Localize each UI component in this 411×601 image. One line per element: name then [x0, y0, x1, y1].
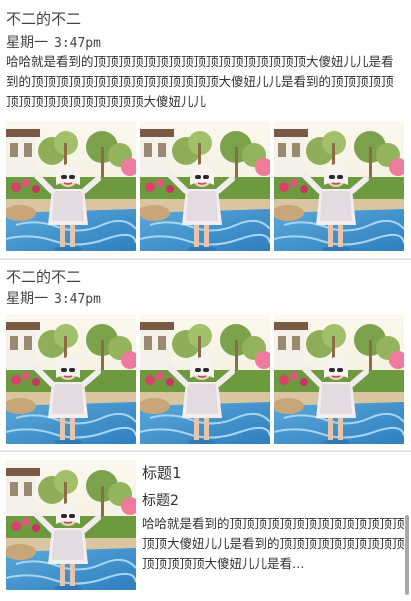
post-time: 3:47pm: [54, 292, 101, 307]
article-description: 哈哈就是看到的顶顶顶顶顶顶顶顶顶顶顶顶顶顶顶顶大傻妞儿儿是看到的顶顶顶顶顶顶顶顶…: [142, 516, 405, 571]
feed-list[interactable]: 不二的不二 星期一 3:47pm 哈哈就是看到的顶顶顶顶顶顶顶顶顶顶顶顶顶顶顶顶顶…: [0, 0, 411, 601]
post-author[interactable]: 不二的不二: [6, 266, 81, 287]
article-item[interactable]: 标题1 标题2 哈哈就是看到的顶顶顶顶顶顶顶顶顶顶顶顶顶顶顶顶大傻妞儿儿是看到的…: [0, 452, 411, 601]
post-day: 星期一: [6, 291, 48, 307]
post-author[interactable]: 不二的不二: [6, 8, 81, 29]
feed-post[interactable]: 不二的不二 星期一 3:47pm: [0, 260, 411, 450]
post-photo[interactable]: [274, 314, 404, 444]
post-timestamp: 星期一 3:47pm: [6, 288, 101, 308]
post-photo[interactable]: [6, 314, 136, 444]
post-photo[interactable]: [274, 121, 404, 251]
post-time: 3:47pm: [54, 36, 101, 51]
scrollbar-thumb[interactable]: [405, 515, 409, 595]
post-text: 哈哈就是看到的顶顶顶顶顶顶顶顶顶顶顶顶顶顶顶顶顶大傻妞儿儿是看到的顶顶顶顶顶顶顶…: [6, 54, 394, 109]
article-title[interactable]: 标题1: [142, 462, 182, 483]
post-photo[interactable]: [140, 314, 270, 444]
post-day: 星期一: [6, 35, 48, 51]
post-photo[interactable]: [140, 121, 270, 251]
article-subtitle: 标题2: [142, 493, 179, 509]
post-photo[interactable]: [6, 121, 136, 251]
feed-post[interactable]: 不二的不二 星期一 3:47pm 哈哈就是看到的顶顶顶顶顶顶顶顶顶顶顶顶顶顶顶顶顶…: [0, 0, 411, 258]
article-thumbnail[interactable]: [6, 460, 136, 590]
post-timestamp: 星期一 3:47pm: [6, 32, 101, 52]
